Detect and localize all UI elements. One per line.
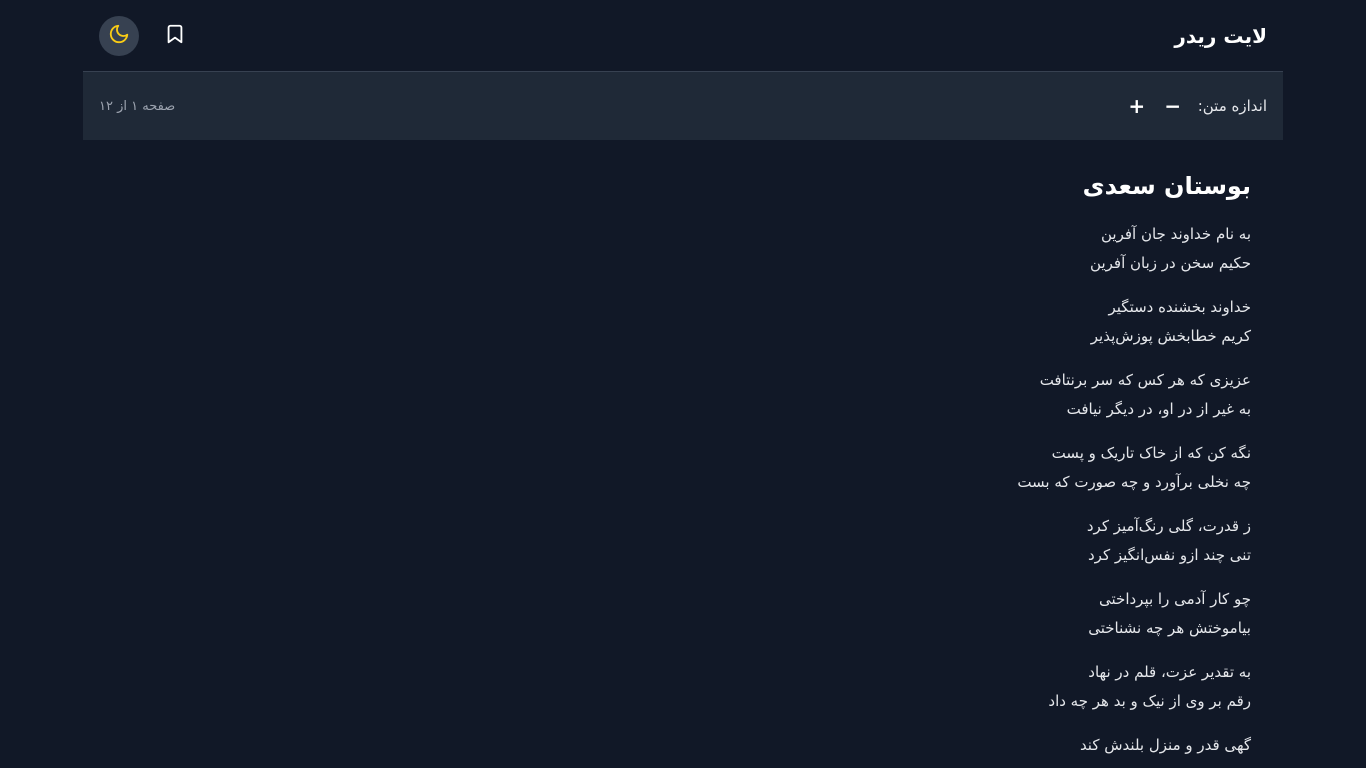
verse-line: به تقدیر عزت، قلم در نهاد [1088,663,1251,681]
verse-line: چو کار آدمی را بپرداختی [1099,590,1251,608]
reader-content: بوستان سعدی به نام خداوند جان آفرین حکیم… [83,140,1283,760]
stanza: نگه کن که از خاک تاریک و پست چه نخلی برآ… [115,439,1251,497]
bookmark-icon [164,23,186,49]
verse-line: حکیم سخن در زبان آفرین [1090,254,1251,272]
stanza: عزیزی که هر کس که سر برنتافت به غیر از د… [115,366,1251,424]
verse-line: به نام خداوند جان آفرین [1101,225,1251,243]
stanza: به تقدیر عزت، قلم در نهاد رقم بر وی از ن… [115,658,1251,716]
verse-line: ز قدرت، گلی رنگ‌آمیز کرد [1086,517,1251,535]
text-size-label: اندازه متن: [1197,97,1267,115]
page-indicator: صفحه ۱ از ۱۲ [99,98,176,114]
stanza: چو کار آدمی را بپرداختی بیاموختش هر چه ن… [115,585,1251,643]
verse-line: به غیر از در او، در دیگر نیافت [1066,400,1251,418]
app-title: لایت ریدر [1174,23,1267,48]
decrease-text-size-button[interactable]: − [1162,95,1184,117]
verse-line: نگه کن که از خاک تاریک و پست [1051,444,1251,462]
reader-toolbar: اندازه متن: − + صفحه ۱ از ۱۲ [83,72,1283,140]
stanza: گهی قدر و منزل بلندش کند [115,731,1251,760]
text-size-controls: اندازه متن: − + [1126,95,1267,117]
stanza: ز قدرت، گلی رنگ‌آمیز کرد تنی چند ازو نفس… [115,512,1251,570]
verse-line: کریم خطابخش پوزش‌پذیر [1090,327,1251,345]
book-title: بوستان سعدی [1082,172,1251,200]
stanza: به نام خداوند جان آفرین حکیم سخن در زبان… [115,220,1251,278]
moon-icon [108,23,130,49]
verse-line: چه نخلی برآورد و چه صورت که بست [1017,473,1251,491]
stanza: خداوند بخشنده دستگیر کریم خطابخش پوزش‌پذ… [115,293,1251,351]
theme-toggle-button[interactable] [99,15,139,56]
verse-line: خداوند بخشنده دستگیر [1108,298,1252,316]
top-actions [99,15,195,56]
top-bar: لایت ریدر [83,0,1283,72]
increase-text-size-button[interactable]: + [1126,95,1148,117]
verse-line: رقم بر وی از نیک و بد هر چه داد [1048,692,1251,710]
verse-line: تنی چند ازو نفس‌انگیز کرد [1087,546,1251,564]
verse-line: گهی قدر و منزل بلندش کند [1079,736,1251,754]
bookmark-button[interactable] [155,16,195,56]
verse-line: عزیزی که هر کس که سر برنتافت [1039,371,1251,389]
verse-line: بیاموختش هر چه نشناختی [1088,619,1251,637]
reader-app: لایت ریدر اندازه متن: − + صفحه ۱ از ۱۲ ب… [83,0,1283,768]
